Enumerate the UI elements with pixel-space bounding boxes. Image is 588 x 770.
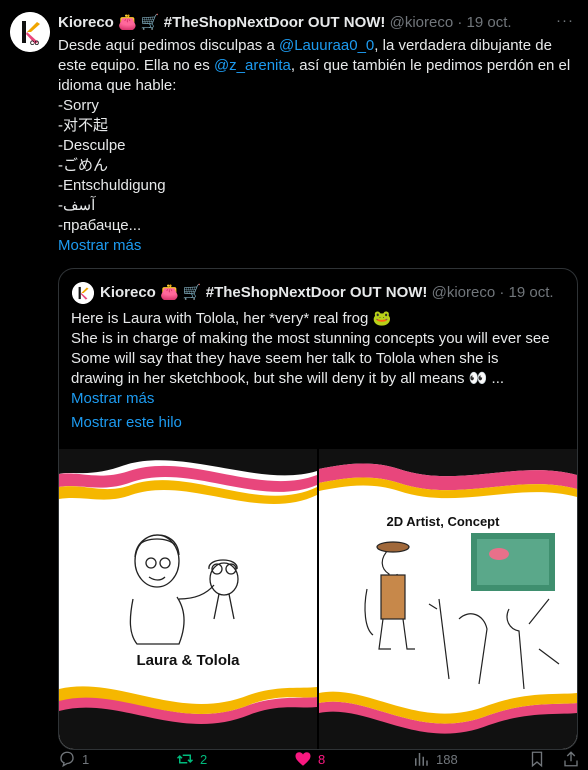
quoted-date: 19 oct.: [508, 284, 554, 301]
share-button[interactable]: [562, 750, 580, 768]
tweet-text: Desde aquí pedimos disculpas a @Lauuraa0…: [58, 36, 578, 256]
reply-count: 1: [82, 751, 90, 767]
like-button[interactable]: 8: [294, 750, 325, 768]
author-handle[interactable]: @kioreco: [390, 14, 454, 31]
apology-item: -ごめん: [58, 157, 108, 174]
reply-button[interactable]: 1: [58, 750, 89, 768]
apology-item: -آسف: [58, 197, 96, 214]
quoted-line: drawing in her sketchbook, but she will …: [71, 370, 505, 387]
quoted-author-name: Kioreco: [100, 284, 156, 301]
apology-item: -对不起: [58, 117, 108, 134]
views-count: 188: [436, 751, 458, 767]
author-headline[interactable]: #TheShopNextDoor OUT NOW!: [164, 14, 386, 31]
kioreco-logo-icon: [72, 282, 94, 304]
bag-emoji: 👛: [160, 284, 179, 301]
show-thread-link[interactable]: Mostrar este hilo: [71, 413, 182, 433]
apology-item: -прабачце...: [58, 217, 142, 234]
retweet-button[interactable]: 2: [176, 750, 207, 768]
media-image-laura[interactable]: Laura & Tolola: [59, 449, 317, 749]
image2-caption: 2D Artist, Concept: [387, 514, 501, 529]
show-more-link[interactable]: Mostrar más: [58, 236, 578, 256]
share-icon: [564, 751, 578, 767]
svg-text:CO: CO: [30, 41, 39, 47]
views-button[interactable]: 188: [412, 750, 458, 768]
quoted-handle: @kioreco: [431, 284, 496, 301]
tweet-date[interactable]: 19 oct.: [467, 14, 512, 31]
text-line-3: idioma que hable:: [58, 77, 177, 94]
author-name[interactable]: Kioreco: [58, 14, 114, 31]
mention-link[interactable]: @z_arenita: [214, 57, 291, 74]
bookmark-icon: [531, 751, 543, 768]
bookmark-button[interactable]: [528, 750, 546, 768]
tweet[interactable]: CO Kioreco 👛 🛒 #TheShopNextDoor OUT NOW!…: [0, 0, 588, 770]
retweet-icon: [176, 754, 194, 764]
quoted-header: Kioreco 👛 🛒 #TheShopNextDoor OUT NOW! @k…: [100, 283, 554, 303]
retweet-count: 2: [200, 751, 208, 767]
image1-caption: Laura & Tolola: [136, 652, 240, 669]
cart-emoji: 🛒: [182, 284, 202, 301]
more-options-icon[interactable]: ···: [556, 12, 574, 29]
avatar[interactable]: CO: [10, 12, 50, 52]
kioreco-logo-icon: CO: [10, 12, 50, 52]
apology-item: -Sorry: [58, 97, 99, 114]
views-chart-icon: [415, 753, 428, 766]
heart-icon: [295, 752, 311, 766]
quoted-line: Here is Laura with Tolola, her *very* re…: [71, 310, 392, 327]
quoted-headline: #TheShopNextDoor OUT NOW!: [205, 284, 428, 301]
quoted-line: Some will say that they have seem her ta…: [71, 350, 499, 367]
tweet-header: Kioreco 👛 🛒 #TheShopNextDoor OUT NOW! @k…: [58, 13, 512, 33]
mention-link[interactable]: @Lauuraa0_0: [279, 37, 374, 54]
cart-emoji: 🛒: [140, 14, 160, 31]
quoted-tweet[interactable]: Kioreco 👛 🛒 #TheShopNextDoor OUT NOW! @k…: [58, 268, 578, 750]
quoted-line: She is in charge of making the most stun…: [71, 330, 550, 347]
bag-emoji: 👛: [118, 14, 137, 31]
reply-icon: [60, 751, 74, 768]
media-image-concept[interactable]: 2D Artist, Concept: [319, 449, 577, 749]
separator-dot: ·: [457, 14, 463, 31]
quoted-text: Here is Laura with Tolola, her *very* re…: [71, 309, 571, 389]
text-line-1: Desde aquí pedimos disculpas a @Lauuraa0…: [58, 37, 552, 54]
apology-item: -Entschuldigung: [58, 177, 166, 194]
action-bar: 1 2 8 188: [58, 750, 578, 770]
like-count: 8: [318, 751, 326, 767]
quoted-show-more-link[interactable]: Mostrar más: [71, 389, 154, 409]
text-line-2: este equipo. Ella no es @z_arenita, así …: [58, 57, 571, 74]
separator-dot: ·: [499, 284, 505, 301]
quoted-avatar[interactable]: [72, 282, 94, 304]
apology-item: -Desculpe: [58, 137, 126, 154]
laura-illustration: Laura & Tolola: [59, 449, 317, 749]
concept-art-illustration: 2D Artist, Concept: [319, 449, 577, 749]
